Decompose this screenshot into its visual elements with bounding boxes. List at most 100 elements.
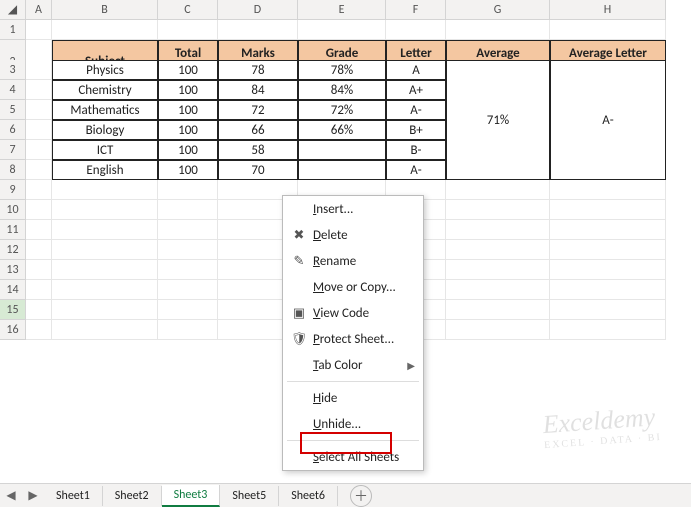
add-sheet-button[interactable]: ＋ <box>350 485 372 507</box>
cell[interactable] <box>158 240 218 260</box>
row-header[interactable]: 8 <box>0 160 26 180</box>
row-header[interactable]: 3 <box>0 60 26 80</box>
cell-pct[interactable]: 78% <box>298 60 386 80</box>
cell-pct[interactable] <box>298 140 386 160</box>
sheet-tab-1[interactable]: Sheet1 <box>44 486 103 506</box>
sheet-tab-6[interactable]: Sheet6 <box>279 486 338 506</box>
cell-subject[interactable]: Biology <box>52 120 158 140</box>
cell[interactable] <box>158 20 218 40</box>
cell[interactable] <box>550 240 666 260</box>
cell-obtained[interactable]: 58 <box>218 140 298 160</box>
cell-subject[interactable]: Chemistry <box>52 80 158 100</box>
cell-subject[interactable]: English <box>52 160 158 180</box>
cell-total[interactable]: 100 <box>158 120 218 140</box>
cell[interactable] <box>26 140 52 160</box>
ctx-select-all-sheets[interactable]: Select All Sheets <box>283 444 423 470</box>
sheet-tab-5[interactable]: Sheet5 <box>220 486 279 506</box>
row-header[interactable]: 6 <box>0 120 26 140</box>
cell[interactable] <box>26 80 52 100</box>
cell[interactable] <box>386 20 446 40</box>
cell[interactable] <box>52 260 158 280</box>
col-header-D[interactable]: D <box>218 0 298 20</box>
cell[interactable] <box>446 220 550 240</box>
ctx-delete[interactable]: ✖ Delete <box>283 222 423 248</box>
cell-pct[interactable]: 84% <box>298 80 386 100</box>
cell-total[interactable]: 100 <box>158 140 218 160</box>
row-header[interactable]: 12 <box>0 240 26 260</box>
col-header-G[interactable]: G <box>446 0 550 20</box>
row-header[interactable]: 14 <box>0 280 26 300</box>
row-header[interactable]: 11 <box>0 220 26 240</box>
row-header[interactable]: 15 <box>0 300 26 320</box>
cell[interactable] <box>158 320 218 340</box>
cell[interactable] <box>26 320 52 340</box>
cell[interactable] <box>550 320 666 340</box>
cell-pct[interactable]: 66% <box>298 120 386 140</box>
cell[interactable] <box>298 20 386 40</box>
ctx-view-code[interactable]: ▣ View Code <box>283 300 423 326</box>
row-header[interactable]: 4 <box>0 80 26 100</box>
cell[interactable] <box>52 280 158 300</box>
cell[interactable] <box>446 180 550 200</box>
cell[interactable] <box>218 20 298 40</box>
ctx-unhide[interactable]: Unhide... <box>283 411 423 437</box>
cell-letter[interactable]: B+ <box>386 120 446 140</box>
cell[interactable] <box>446 300 550 320</box>
ctx-tab-color[interactable]: Tab Color ▶ <box>283 352 423 378</box>
ctx-protect-sheet[interactable]: 🛡 Protect Sheet... <box>283 326 423 352</box>
tab-scroll-left[interactable]: ◀ <box>0 485 22 507</box>
cell[interactable] <box>52 180 158 200</box>
ctx-insert[interactable]: Insert... <box>283 196 423 222</box>
cell-subject[interactable]: Physics <box>52 60 158 80</box>
cell[interactable] <box>26 220 52 240</box>
cell[interactable] <box>26 260 52 280</box>
col-header-B[interactable]: B <box>52 0 158 20</box>
cell[interactable] <box>446 200 550 220</box>
cell[interactable] <box>52 320 158 340</box>
cell[interactable] <box>26 180 52 200</box>
cell-total[interactable]: 100 <box>158 80 218 100</box>
cell[interactable] <box>446 240 550 260</box>
row-header[interactable]: 5 <box>0 100 26 120</box>
cell[interactable] <box>158 180 218 200</box>
row-header[interactable]: 1 <box>0 20 26 40</box>
cell[interactable] <box>26 280 52 300</box>
cell-subject[interactable]: Mathematics <box>52 100 158 120</box>
cell[interactable] <box>26 240 52 260</box>
cell-obtained[interactable]: 84 <box>218 80 298 100</box>
cell[interactable] <box>550 220 666 240</box>
cell-obtained[interactable]: 70 <box>218 160 298 180</box>
cell[interactable] <box>550 20 666 40</box>
ctx-move-copy[interactable]: Move or Copy... <box>283 274 423 300</box>
cell-obtained[interactable]: 66 <box>218 120 298 140</box>
cell[interactable] <box>26 160 52 180</box>
row-header[interactable]: 16 <box>0 320 26 340</box>
cell[interactable] <box>26 200 52 220</box>
col-header-A[interactable]: A <box>26 0 52 20</box>
cell[interactable] <box>158 300 218 320</box>
cell[interactable] <box>550 300 666 320</box>
cell-avg-letter[interactable]: A- <box>550 60 666 180</box>
select-all-corner[interactable]: ◢ <box>0 0 26 20</box>
cell[interactable] <box>446 260 550 280</box>
cell[interactable] <box>52 220 158 240</box>
cell-total[interactable]: 100 <box>158 60 218 80</box>
cell-letter[interactable]: B- <box>386 140 446 160</box>
cell-letter[interactable]: A+ <box>386 80 446 100</box>
row-header[interactable]: 13 <box>0 260 26 280</box>
cell[interactable] <box>158 260 218 280</box>
cell-pct[interactable] <box>298 160 386 180</box>
cell[interactable] <box>52 20 158 40</box>
tab-scroll-right[interactable]: ▶ <box>22 485 44 507</box>
cell-total[interactable]: 100 <box>158 100 218 120</box>
col-header-H[interactable]: H <box>550 0 666 20</box>
cell[interactable] <box>26 60 52 80</box>
row-header[interactable]: 7 <box>0 140 26 160</box>
cell[interactable] <box>26 300 52 320</box>
row-header[interactable]: 9 <box>0 180 26 200</box>
col-header-E[interactable]: E <box>298 0 386 20</box>
cell-pct[interactable]: 72% <box>298 100 386 120</box>
cell[interactable] <box>550 260 666 280</box>
sheet-tab-2[interactable]: Sheet2 <box>103 486 162 506</box>
col-header-F[interactable]: F <box>386 0 446 20</box>
